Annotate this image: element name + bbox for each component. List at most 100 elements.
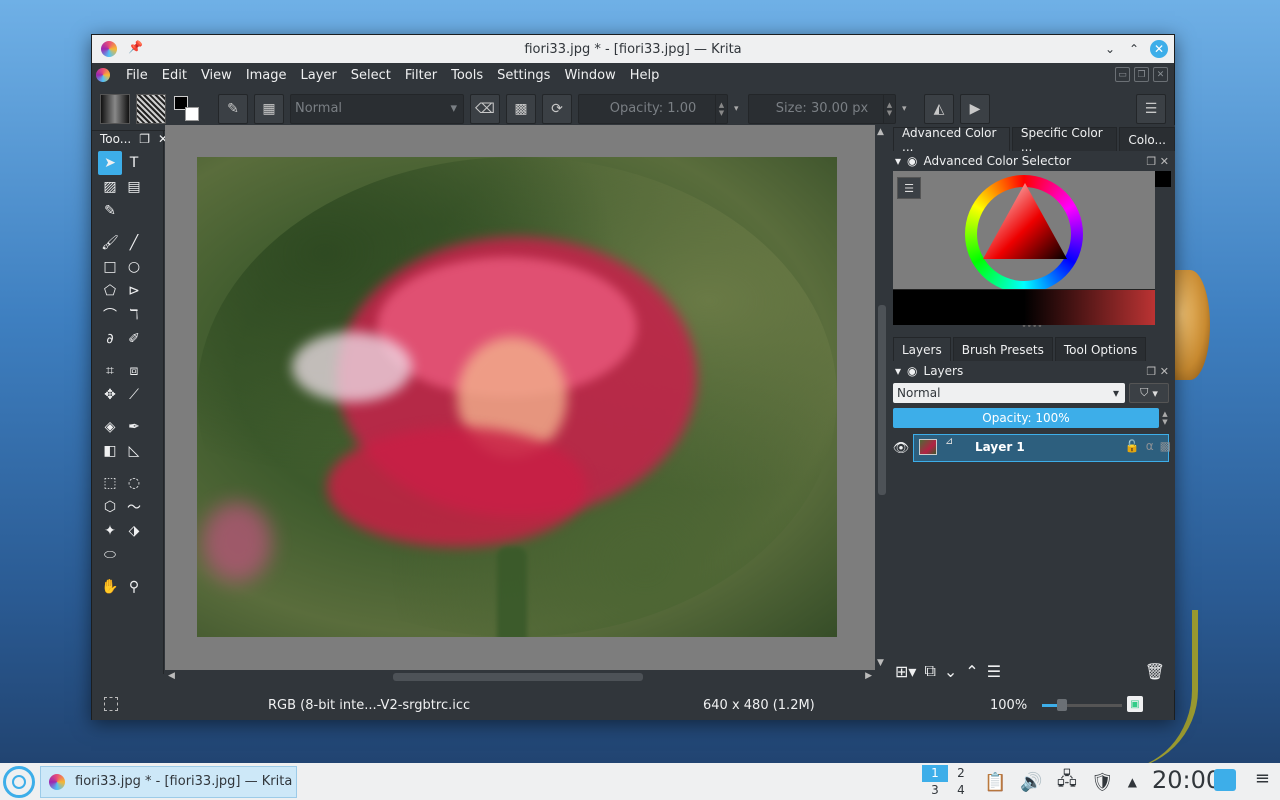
layer-opacity-slider[interactable]: Opacity: 100% ▲ ▼ [893,408,1171,428]
taskbar-krita-item[interactable]: fiori33.jpg * - [fiori33.jpg] — Krita [40,765,297,798]
size-slider[interactable]: Size: 30.00 px ▲ ▼ [748,93,896,124]
ellipse-select-tool[interactable]: ◌ [122,471,146,495]
layer-name[interactable]: Layer 1 [975,440,1025,454]
document-icon[interactable] [96,68,110,82]
desktop-3[interactable]: 3 [922,782,948,799]
show-desktop-icon[interactable] [1214,769,1236,791]
horizontal-scrollbar[interactable]: ◀ ▶ [165,670,875,684]
crop-tool[interactable]: ⌗ [98,359,122,383]
collapse-icon[interactable]: ▾ [895,154,901,168]
color-picker-tool[interactable]: ✒ [122,415,146,439]
gradient-tool[interactable]: ◧ [98,439,122,463]
menu-tools[interactable]: Tools [444,68,490,83]
scroll-right-icon[interactable]: ▶ [865,671,872,681]
desktop-2[interactable]: 2 [948,765,974,782]
visibility-eye-icon[interactable]: 👁 [891,441,911,456]
opacity-spinner[interactable]: ▲ ▼ [715,94,727,123]
transform-tool[interactable]: ⧈ [122,359,146,383]
mdi-restore-icon[interactable]: ❐ [1134,67,1149,82]
tab-specific-color[interactable]: Specific Color ... [1011,126,1118,154]
alpha-lock-icon[interactable]: α [1146,439,1154,453]
zoom-tool[interactable]: ⚲ [122,575,146,599]
application-launcher[interactable] [3,765,35,798]
zoom-fit-icon[interactable]: ▣ [1127,696,1143,712]
pin-icon[interactable]: 📌 [128,40,143,54]
desktop-1[interactable]: 1 [922,765,948,782]
blend-mode-combo[interactable]: Normal ▾ [290,93,464,124]
freehand-brush-tool[interactable]: 🖌 [98,231,122,255]
menu-window[interactable]: Window [557,68,622,83]
fg-bg-color-selector[interactable] [172,94,202,124]
select-shapes-tool[interactable]: ➤ [98,151,122,175]
text-tool[interactable]: T [122,151,146,175]
menu-help[interactable]: Help [623,68,667,83]
duplicate-layer-icon[interactable]: ⧉ [924,661,935,681]
rectangle-tool[interactable]: □ [98,255,122,279]
vertical-scroll-thumb[interactable] [878,305,886,495]
zoom-slider-handle[interactable] [1057,699,1067,711]
tab-color-other[interactable]: Colo... [1119,127,1175,151]
menu-view[interactable]: View [194,68,239,83]
move-tool[interactable]: ✥ [98,383,122,407]
layer-lock-icon[interactable]: 🔓 [1125,439,1140,453]
tab-tool-options[interactable]: Tool Options [1054,337,1147,361]
freehand-select-tool[interactable]: 〜 [122,495,146,519]
layer-opacity-spinner[interactable]: ▲ ▼ [1159,408,1171,428]
similar-select-tool[interactable]: ⬗ [122,519,146,543]
menu-image[interactable]: Image [239,68,294,83]
pattern-selector[interactable] [136,93,166,124]
layer-row[interactable]: 👁 ⊿ Layer 1 🔓 α ▩ [891,434,1175,462]
ellipse-tool[interactable]: ○ [122,255,146,279]
mirror-horizontal-button[interactable]: ◭ [924,93,954,124]
calligraphy-tool[interactable]: ▤ [122,175,146,199]
reload-preset-button[interactable]: ⟳ [542,93,572,124]
brush-preset-button[interactable]: ✎ [218,93,248,124]
clipboard-icon[interactable]: 📋 [984,772,1006,793]
scroll-up-icon[interactable]: ▲ [877,127,884,137]
measure-tool[interactable]: ⟋ [122,383,146,407]
move-layer-up-icon[interactable]: ⌃ [965,662,978,681]
line-tool[interactable]: ╱ [122,231,146,255]
maximize-button[interactable]: ⌃ [1126,39,1142,59]
delete-layer-icon[interactable]: 🗑 [1145,662,1165,681]
canvas-area[interactable] [165,125,875,670]
opacity-slider[interactable]: Opacity: 1.00 ▲ ▼ [578,93,728,124]
brush-editor-button[interactable]: ▦ [254,93,284,124]
close-button[interactable]: ✕ [1150,40,1168,58]
lock-icon[interactable]: ◉ [907,154,917,168]
rect-select-tool[interactable]: ⬚ [98,471,122,495]
lock-icon[interactable]: ◉ [907,364,917,378]
clock[interactable]: 20:00 [1152,766,1221,794]
tab-advanced-color[interactable]: Advanced Color ... [893,126,1010,154]
virtual-desktop-pager[interactable]: 1 2 3 4 [922,765,974,799]
selection-display-icon[interactable] [104,697,118,711]
workspace-button[interactable]: ☰ [1136,94,1166,124]
mdi-minimize-icon[interactable]: ▭ [1115,67,1130,82]
magic-wand-tool[interactable]: ✦ [98,519,122,543]
menu-select[interactable]: Select [344,68,398,83]
size-spinner[interactable]: ▲ ▼ [883,94,895,123]
polygon-select-tool[interactable]: ⬡ [98,495,122,519]
menu-layer[interactable]: Layer [294,68,344,83]
menu-file[interactable]: File [119,68,155,83]
krita-app-icon[interactable] [101,41,117,57]
edit-shapes-tool[interactable]: ▨ [98,175,122,199]
polyline-tool[interactable]: ⊳ [122,279,146,303]
preserve-alpha-button[interactable]: ▩ [506,93,536,124]
bezier-select-tool[interactable]: ⬭ [98,543,122,567]
bezier-tool[interactable]: ⌒ [98,303,122,327]
menu-filter[interactable]: Filter [398,68,444,83]
move-layer-down-icon[interactable]: ⌄ [944,662,957,681]
pan-tool[interactable]: ✋ [98,575,122,599]
size-dropdown-icon[interactable]: ▾ [902,104,910,114]
panel-menu-icon[interactable]: ≡ [1255,768,1270,789]
background-color[interactable] [185,106,199,121]
collapse-icon[interactable]: ▾ [895,364,901,378]
mirror-vertical-button[interactable]: ▶ [960,93,990,124]
panel-buttons[interactable]: ❐ ✕ [1146,365,1169,378]
mdi-close-icon[interactable]: ✕ [1153,67,1168,82]
float-icon[interactable]: ❐ [139,132,150,146]
color-selector-menu-icon[interactable]: ☰ [897,177,921,199]
menu-settings[interactable]: Settings [490,68,557,83]
multibrush-tool[interactable]: ✐ [122,327,146,351]
